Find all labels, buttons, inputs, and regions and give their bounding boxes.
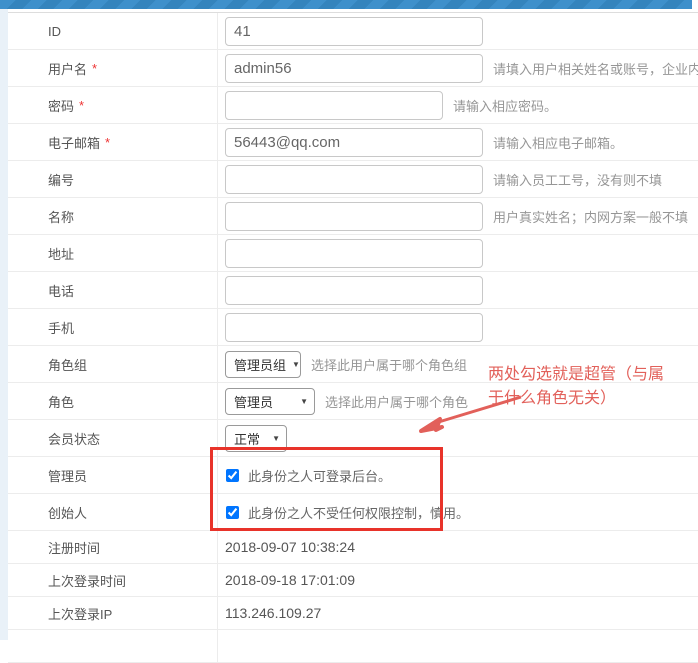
form-row-role-group: 角色组管理员组 ▼ 选择此用户属于哪个角色组 bbox=[8, 346, 698, 383]
admin-value-cell: 此身份之人可登录后台。 bbox=[218, 457, 698, 493]
last-login-ip-label: 上次登录IP bbox=[8, 597, 218, 629]
required-star-icon: * bbox=[92, 61, 97, 76]
role-group-label: 角色组 bbox=[8, 346, 218, 382]
form-row-admin: 管理员 此身份之人可登录后台。 bbox=[8, 457, 698, 494]
register-time-label: 注册时间 bbox=[8, 531, 218, 563]
name-input[interactable] bbox=[225, 202, 483, 231]
form-row-mobile: 手机 bbox=[8, 309, 698, 346]
username-label: 用户名* bbox=[8, 50, 218, 86]
address-input[interactable] bbox=[225, 239, 483, 268]
number-value-cell: 请输入员工工号，没有则不填 bbox=[218, 161, 698, 197]
password-hint: 请输入相应密码。 bbox=[453, 96, 557, 115]
form-row-last-login-time: 上次登录时间 2018-09-18 17:01:09 bbox=[8, 564, 698, 597]
founder-checkbox-label: 此身份之人不受任何权限控制，慎用。 bbox=[248, 503, 469, 522]
phone-label: 电话 bbox=[8, 272, 218, 308]
required-star-icon: * bbox=[79, 98, 84, 113]
password-label: 密码* bbox=[8, 87, 218, 123]
form-row-name: 名称 用户真实姓名；内网方案一般不填 bbox=[8, 198, 698, 235]
phone-value-cell bbox=[218, 272, 698, 308]
email-label: 电子邮箱* bbox=[8, 124, 218, 160]
admin-label: 管理员 bbox=[8, 457, 218, 493]
member-status-select[interactable]: 正常 ▼ bbox=[225, 425, 287, 452]
member-status-value-cell: 正常 ▼ bbox=[218, 420, 698, 456]
name-value-cell: 用户真实姓名；内网方案一般不填 bbox=[218, 198, 698, 234]
form-table: ID用户名* 请填入用户相关姓名或账号，企业内网方密码* 请输入相应密码。电子邮箱*… bbox=[8, 12, 698, 663]
role-label: 角色 bbox=[8, 383, 218, 419]
role-hint: 选择此用户属于哪个角色 bbox=[325, 392, 468, 411]
role-selected-value: 管理员 bbox=[234, 392, 273, 411]
name-hint: 用户真实姓名；内网方案一般不填 bbox=[493, 207, 688, 226]
form-row-id: ID bbox=[8, 13, 698, 50]
last-login-ip-text: 113.246.109.27 bbox=[225, 605, 321, 621]
empty-value-cell bbox=[218, 630, 698, 662]
mobile-label: 手机 bbox=[8, 309, 218, 345]
number-label: 编号 bbox=[8, 161, 218, 197]
username-value-cell: 请填入用户相关姓名或账号，企业内网方 bbox=[218, 50, 698, 86]
member-status-label: 会员状态 bbox=[8, 420, 218, 456]
form-row-number: 编号 请输入员工工号，没有则不填 bbox=[8, 161, 698, 198]
email-value-cell: 请输入相应电子邮箱。 bbox=[218, 124, 698, 160]
username-input[interactable] bbox=[225, 54, 483, 83]
form-row-email: 电子邮箱* 请输入相应电子邮箱。 bbox=[8, 124, 698, 161]
number-hint: 请输入员工工号，没有则不填 bbox=[493, 170, 662, 189]
email-hint: 请输入相应电子邮箱。 bbox=[493, 133, 623, 152]
empty-label bbox=[8, 630, 218, 662]
form-row-role: 角色管理员 ▼ 选择此用户属于哪个角色 bbox=[8, 383, 698, 420]
role-group-hint: 选择此用户属于哪个角色组 bbox=[311, 355, 467, 374]
number-input[interactable] bbox=[225, 165, 483, 194]
form-row-address: 地址 bbox=[8, 235, 698, 272]
dropdown-arrow-icon: ▼ bbox=[300, 397, 308, 406]
required-star-icon: * bbox=[105, 135, 110, 150]
dropdown-arrow-icon: ▼ bbox=[292, 360, 300, 369]
form-row-password: 密码* 请输入相应密码。 bbox=[8, 87, 698, 124]
dropdown-arrow-icon: ▼ bbox=[272, 434, 280, 443]
role-select[interactable]: 管理员 ▼ bbox=[225, 388, 315, 415]
mobile-value-cell bbox=[218, 309, 698, 345]
mobile-input[interactable] bbox=[225, 313, 483, 342]
id-label: ID bbox=[8, 13, 218, 49]
founder-label: 创始人 bbox=[8, 494, 218, 530]
email-input[interactable] bbox=[225, 128, 483, 157]
form-row-username: 用户名* 请填入用户相关姓名或账号，企业内网方 bbox=[8, 50, 698, 87]
register-time-value-cell: 2018-09-07 10:38:24 bbox=[218, 531, 698, 563]
last-login-time-text: 2018-09-18 17:01:09 bbox=[225, 572, 355, 588]
role-group-select[interactable]: 管理员组 ▼ bbox=[225, 351, 301, 378]
username-hint: 请填入用户相关姓名或账号，企业内网方 bbox=[493, 59, 698, 78]
role-group-selected-value: 管理员组 bbox=[234, 355, 286, 374]
password-input[interactable] bbox=[225, 91, 443, 120]
role-group-value-cell: 管理员组 ▼ 选择此用户属于哪个角色组 bbox=[218, 346, 698, 382]
form-row-register-time: 注册时间 2018-09-07 10:38:24 bbox=[8, 531, 698, 564]
last-login-time-value-cell: 2018-09-18 17:01:09 bbox=[218, 564, 698, 596]
id-value-cell bbox=[218, 13, 698, 49]
last-login-ip-value-cell: 113.246.109.27 bbox=[218, 597, 698, 629]
password-value-cell: 请输入相应密码。 bbox=[218, 87, 698, 123]
founder-value-cell: 此身份之人不受任何权限控制，慎用。 bbox=[218, 494, 698, 530]
address-value-cell bbox=[218, 235, 698, 271]
form-row-last-login-ip: 上次登录IP 113.246.109.27 bbox=[8, 597, 698, 630]
page-left-margin bbox=[0, 9, 8, 640]
id-input[interactable] bbox=[225, 17, 483, 46]
founder-checkbox[interactable] bbox=[226, 506, 239, 519]
address-label: 地址 bbox=[8, 235, 218, 271]
form-row-empty bbox=[8, 630, 698, 663]
admin-checkbox[interactable] bbox=[226, 469, 239, 482]
register-time-text: 2018-09-07 10:38:24 bbox=[225, 539, 355, 555]
form-row-phone: 电话 bbox=[8, 272, 698, 309]
top-striped-bar bbox=[0, 0, 692, 9]
form-row-member-status: 会员状态正常 ▼ bbox=[8, 420, 698, 457]
phone-input[interactable] bbox=[225, 276, 483, 305]
admin-checkbox-label: 此身份之人可登录后台。 bbox=[248, 466, 391, 485]
member-status-selected-value: 正常 bbox=[234, 429, 260, 448]
last-login-time-label: 上次登录时间 bbox=[8, 564, 218, 596]
role-value-cell: 管理员 ▼ 选择此用户属于哪个角色 bbox=[218, 383, 698, 419]
name-label: 名称 bbox=[8, 198, 218, 234]
form-row-founder: 创始人 此身份之人不受任何权限控制，慎用。 bbox=[8, 494, 698, 531]
